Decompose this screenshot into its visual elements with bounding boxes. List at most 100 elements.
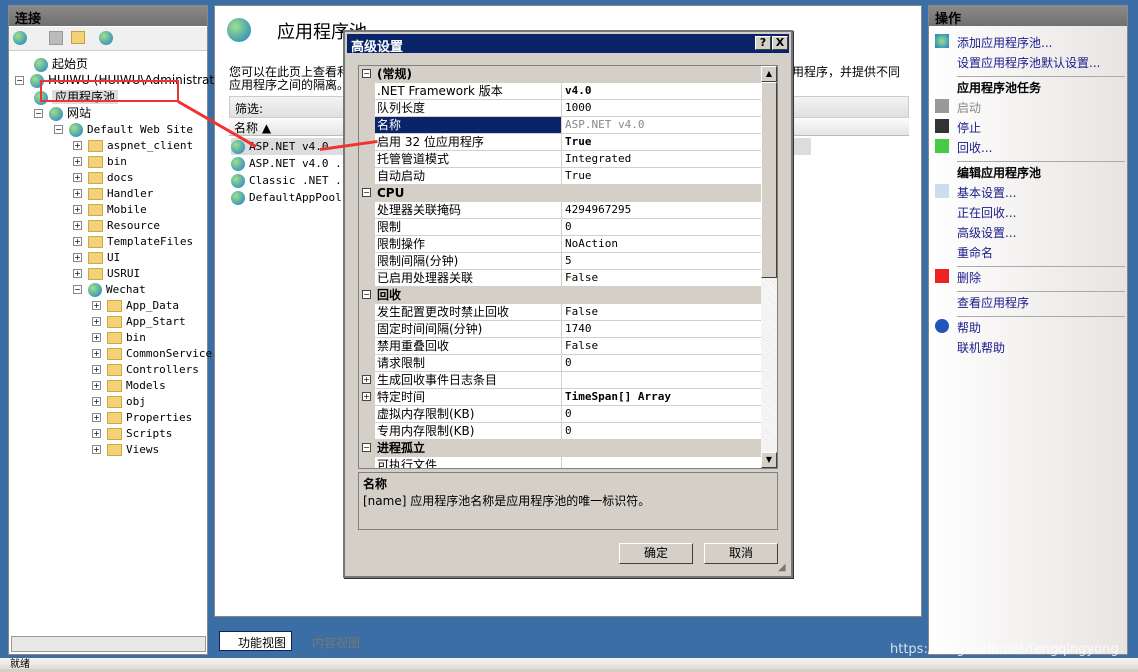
expand-icon[interactable]: + — [73, 205, 82, 214]
property-row[interactable]: 固定时间间隔(分钟) 1740 — [359, 321, 761, 338]
expand-icon[interactable]: + — [73, 141, 82, 150]
expand-icon[interactable]: + — [92, 317, 101, 326]
property-value[interactable]: v4.0 — [562, 83, 761, 99]
tree-node[interactable]: + CommonService — [92, 345, 212, 361]
property-row[interactable]: 限制 0 — [359, 219, 761, 236]
tab-content-view[interactable]: 内容视图 — [312, 634, 360, 651]
property-row[interactable]: 名称 ASP.NET v4.0 — [359, 117, 761, 134]
action-link[interactable]: 启动 — [957, 99, 981, 116]
property-value[interactable]: TimeSpan[] Array — [562, 389, 761, 405]
property-row[interactable]: 限制间隔(分钟) 5 — [359, 253, 761, 270]
property-row[interactable]: + 生成回收事件日志条目 — [359, 372, 761, 389]
expand-icon[interactable]: + — [92, 365, 101, 374]
property-category[interactable]: − CPU — [359, 185, 761, 202]
property-row[interactable]: + 特定时间 TimeSpan[] Array — [359, 389, 761, 406]
scroll-down-button[interactable]: ▼ — [761, 452, 777, 468]
expand-icon[interactable]: + — [92, 333, 101, 342]
stop-icon[interactable] — [935, 119, 949, 133]
property-value[interactable]: 4294967295 — [562, 202, 761, 218]
action-link[interactable]: 停止 — [957, 119, 981, 136]
tree-node[interactable]: + Handler — [73, 185, 153, 201]
save-icon[interactable] — [49, 31, 63, 45]
tree-node[interactable]: + UI — [73, 249, 120, 265]
property-row[interactable]: 自动启动 True — [359, 168, 761, 185]
property-row[interactable]: 专用内存限制(KB) 0 — [359, 423, 761, 440]
tree-node[interactable]: + obj — [92, 393, 146, 409]
action-link[interactable]: 回收... — [957, 139, 992, 156]
property-category[interactable]: − 进程孤立 — [359, 440, 761, 457]
property-row[interactable]: 发生配置更改时禁止回收 False — [359, 304, 761, 321]
action-link[interactable]: 正在回收... — [957, 204, 1016, 221]
property-value[interactable]: False — [562, 270, 761, 286]
help-button[interactable]: ? — [755, 36, 771, 50]
action-link[interactable]: 查看应用程序 — [957, 294, 1029, 311]
property-row[interactable]: .NET Framework 版本 v4.0 — [359, 83, 761, 100]
collapse-icon[interactable]: − — [15, 76, 24, 85]
app-pool-row[interactable]: Classic .NET ... — [231, 172, 355, 189]
expand-icon[interactable]: + — [73, 237, 82, 246]
app-pool-row[interactable]: ASP.NET v4.0 ... — [231, 155, 355, 172]
delete-icon[interactable] — [935, 269, 949, 283]
expand-icon[interactable]: + — [92, 429, 101, 438]
collapse-icon[interactable]: − — [362, 188, 371, 197]
ok-button[interactable]: 确定 — [619, 543, 693, 564]
collapse-icon[interactable]: − — [362, 443, 371, 452]
settings-icon[interactable] — [935, 184, 949, 198]
tree-node[interactable]: + Views — [92, 441, 159, 457]
expand-icon[interactable]: + — [73, 173, 82, 182]
property-value[interactable]: 0 — [562, 423, 761, 439]
property-category[interactable]: − (常规) — [359, 66, 761, 83]
cancel-button[interactable]: 取消 — [704, 543, 778, 564]
property-value[interactable]: ASP.NET v4.0 — [562, 117, 761, 133]
tree-node[interactable]: + Models — [92, 377, 166, 393]
tree-node[interactable]: − 网站 — [34, 105, 91, 121]
tree-node[interactable]: + Properties — [92, 409, 192, 425]
resize-grip-icon[interactable]: ◢ — [778, 562, 786, 573]
tree-node[interactable]: + aspnet_client — [73, 137, 193, 153]
property-value[interactable] — [562, 372, 761, 388]
property-value[interactable]: True — [562, 168, 761, 184]
collapse-icon[interactable]: − — [362, 69, 371, 78]
connect-icon[interactable] — [13, 31, 27, 45]
tree-node[interactable]: + TemplateFiles — [73, 233, 193, 249]
property-value[interactable]: False — [562, 304, 761, 320]
expand-icon[interactable]: + — [73, 253, 82, 262]
collapse-icon[interactable]: − — [34, 109, 43, 118]
expand-icon[interactable]: + — [73, 221, 82, 230]
expand-icon[interactable]: + — [92, 445, 101, 454]
expand-icon[interactable]: + — [73, 269, 82, 278]
tree-node[interactable]: − Default Web Site — [54, 121, 193, 137]
tree-node[interactable]: + App_Data — [92, 297, 179, 313]
expand-icon[interactable]: + — [92, 381, 101, 390]
property-row[interactable]: 已启用处理器关联 False — [359, 270, 761, 287]
collapse-icon[interactable]: − — [362, 290, 371, 299]
action-link[interactable]: 添加应用程序池... — [957, 34, 1052, 51]
property-row[interactable]: 请求限制 0 — [359, 355, 761, 372]
tree-node[interactable]: + Scripts — [92, 425, 172, 441]
expand-icon[interactable]: + — [92, 349, 101, 358]
tree-horizontal-scrollbar[interactable] — [11, 636, 206, 652]
property-value[interactable]: False — [562, 338, 761, 354]
app-pool-row[interactable]: DefaultAppPool — [231, 189, 351, 206]
property-value[interactable]: 5 — [562, 253, 761, 269]
tree-node[interactable]: + Resource — [73, 217, 160, 233]
property-row[interactable]: 队列长度 1000 — [359, 100, 761, 117]
tree-node[interactable]: + USRUI — [73, 265, 140, 281]
property-category[interactable]: − 回收 — [359, 287, 761, 304]
property-value[interactable]: NoAction — [562, 236, 761, 252]
expand-icon[interactable]: + — [362, 375, 371, 384]
tree-node[interactable]: + Mobile — [73, 201, 147, 217]
property-value[interactable]: 0 — [562, 219, 761, 235]
tree-node[interactable]: + App_Start — [92, 313, 186, 329]
dialog-title-bar[interactable]: 高级设置 ? X — [347, 34, 789, 55]
property-row[interactable]: 托管管道模式 Integrated — [359, 151, 761, 168]
disconnect-icon[interactable] — [99, 31, 113, 45]
collapse-icon[interactable]: − — [54, 125, 63, 134]
expand-icon[interactable]: + — [92, 413, 101, 422]
property-row[interactable]: 禁用重叠回收 False — [359, 338, 761, 355]
action-link[interactable]: 重命名 — [957, 244, 993, 261]
expand-icon[interactable]: + — [362, 392, 371, 401]
property-value[interactable]: 0 — [562, 355, 761, 371]
property-value[interactable]: 1000 — [562, 100, 761, 116]
property-value[interactable]: 0 — [562, 406, 761, 422]
